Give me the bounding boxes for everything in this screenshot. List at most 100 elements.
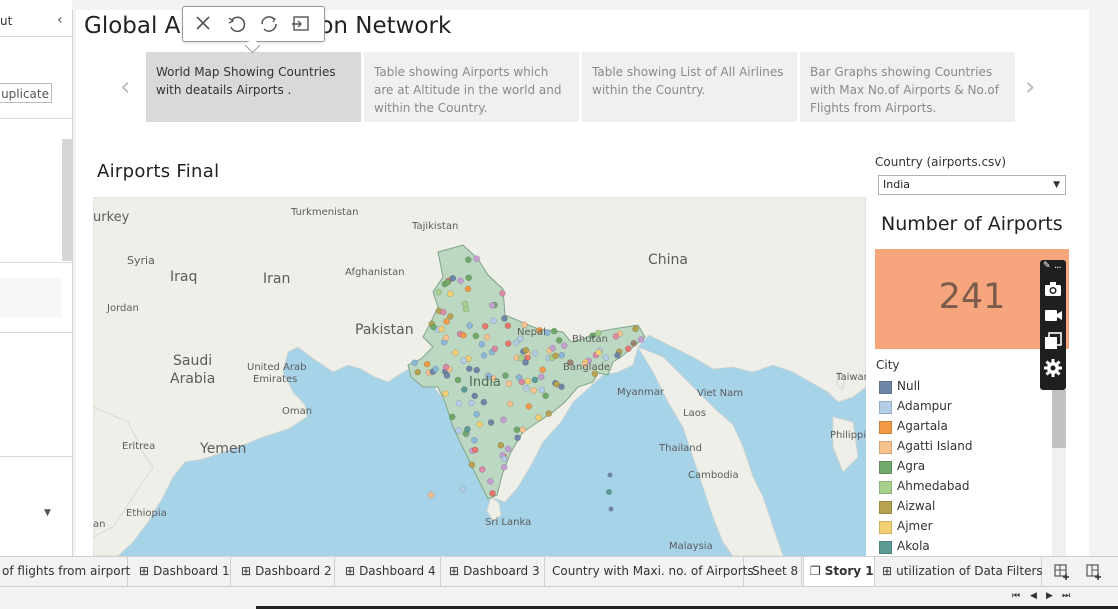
airport-dot[interactable] <box>519 426 527 433</box>
airport-dot[interactable] <box>471 392 478 400</box>
copy-icon[interactable] <box>1043 331 1063 351</box>
airport-dot[interactable] <box>464 285 472 293</box>
airport-dot[interactable] <box>553 380 560 388</box>
airport-dot[interactable] <box>461 300 469 308</box>
airport-dot[interactable] <box>630 340 638 347</box>
airport-dot[interactable] <box>471 436 478 444</box>
airport-dot[interactable] <box>504 322 512 329</box>
tab-dashboard-2[interactable]: ⊞ Dashboard 2 <box>235 557 335 587</box>
airport-dot[interactable] <box>555 337 563 344</box>
story-point-4[interactable]: Bar Graphs showing Countries with Max No… <box>800 52 1015 122</box>
airport-dot[interactable] <box>518 378 526 386</box>
airport-dot[interactable] <box>427 491 435 499</box>
next-page-icon[interactable]: ▶ <box>1046 591 1053 601</box>
airport-dot[interactable] <box>549 344 556 352</box>
tab-flights-from-airport[interactable]: of flights from airport <box>0 557 130 587</box>
tab-story-1[interactable]: ❐ Story 1 <box>803 557 875 587</box>
story-point-3[interactable]: Table showing List of All Airlines withi… <box>582 52 797 122</box>
airport-dot[interactable] <box>476 421 483 428</box>
airport-dot[interactable] <box>535 414 542 421</box>
airport-dot[interactable] <box>473 255 480 262</box>
duplicate-button[interactable]: uplicate <box>0 83 52 103</box>
airport-dot[interactable] <box>542 392 549 399</box>
airport-dot[interactable] <box>444 279 451 286</box>
airport-dot[interactable] <box>468 461 476 468</box>
airport-dot[interactable] <box>443 318 450 325</box>
airport-dot[interactable] <box>539 366 546 374</box>
airport-dot[interactable] <box>499 290 506 297</box>
airport-dot[interactable] <box>637 336 645 343</box>
airport-dot[interactable] <box>471 446 479 454</box>
airport-dot[interactable] <box>457 277 464 285</box>
airport-dot[interactable] <box>632 325 639 333</box>
airport-dot[interactable] <box>473 411 480 418</box>
airport-dot[interactable] <box>502 372 509 379</box>
new-dashboard-icon[interactable] <box>1086 563 1104 581</box>
airport-dot[interactable] <box>595 349 602 356</box>
airport-dot[interactable] <box>414 368 422 376</box>
airport-dot[interactable] <box>505 340 512 347</box>
airport-dot[interactable] <box>491 345 499 352</box>
tab-data-filters[interactable]: ⊞ utilization of Data Filters <box>876 557 1043 587</box>
dropdown-arrow-icon[interactable]: ▼ <box>1053 176 1060 194</box>
airport-dot[interactable] <box>531 349 539 357</box>
airport-dot[interactable] <box>489 490 496 497</box>
airport-dot[interactable] <box>466 365 473 372</box>
video-icon[interactable] <box>1043 305 1063 325</box>
airport-dot[interactable] <box>487 478 494 485</box>
refresh-icon[interactable] <box>257 13 281 35</box>
airport-dot[interactable] <box>490 317 497 325</box>
legend-scroll-thumb[interactable] <box>1052 390 1066 448</box>
airport-dot[interactable] <box>449 275 457 282</box>
airport-dot[interactable] <box>483 333 491 341</box>
airport-dot[interactable] <box>524 377 531 385</box>
airport-dot[interactable] <box>455 427 462 434</box>
airport-dot[interactable] <box>522 347 530 354</box>
airport-dot[interactable] <box>522 385 530 392</box>
airport-dot[interactable] <box>550 327 558 335</box>
tab-country-max-airports[interactable]: Country with Maxi. no. of Airports <box>546 557 754 587</box>
prev-page-icon[interactable]: ◀ <box>1030 591 1037 601</box>
story-point-1[interactable]: World Map Showing Countries with deatail… <box>146 52 361 122</box>
airport-dot[interactable] <box>432 365 439 373</box>
airport-dot[interactable] <box>452 349 459 356</box>
airport-dot[interactable] <box>465 274 472 282</box>
airport-dot[interactable] <box>411 359 418 367</box>
airport-dot[interactable] <box>481 323 489 330</box>
airport-dot[interactable] <box>514 434 521 442</box>
airport-dot[interactable] <box>468 399 475 407</box>
airport-dot[interactable] <box>505 380 513 387</box>
airport-dot[interactable] <box>500 416 507 424</box>
camera-icon[interactable] <box>1043 279 1063 299</box>
airport-dot[interactable] <box>438 325 445 333</box>
country-filter-select[interactable]: India ▼ <box>878 175 1066 195</box>
exit-icon[interactable] <box>289 13 313 35</box>
airport-dot[interactable] <box>558 351 566 359</box>
gear-icon[interactable] <box>1043 358 1063 378</box>
airport-dot[interactable] <box>460 357 467 364</box>
airport-dot[interactable] <box>447 290 454 298</box>
airport-dot[interactable] <box>442 363 450 371</box>
airport-dot[interactable] <box>472 332 480 340</box>
dropdown-arrow-icon[interactable]: ▼ <box>44 508 51 518</box>
airport-dot[interactable] <box>465 256 472 264</box>
airport-dot[interactable] <box>466 322 473 329</box>
airport-dot[interactable] <box>464 425 471 433</box>
airport-dot[interactable] <box>459 485 467 493</box>
airport-dot[interactable] <box>487 419 495 426</box>
legend-scrollbar[interactable] <box>1052 390 1066 556</box>
airport-dot[interactable] <box>447 313 454 320</box>
tab-dashboard-3[interactable]: ⊞ Dashboard 3 <box>443 557 545 587</box>
airport-dot[interactable] <box>538 386 546 394</box>
story-prev-arrow-icon[interactable]: ‹ <box>120 72 130 102</box>
airport-dot[interactable] <box>442 390 449 397</box>
tab-sheet-8[interactable]: Sheet 8 <box>746 557 802 587</box>
story-next-arrow-icon[interactable]: › <box>1025 72 1035 102</box>
airport-dot[interactable] <box>531 376 539 384</box>
airports-map[interactable]: urkey Syria Iraq Iran Turkmenistan Tajik… <box>93 197 866 556</box>
tab-dashboard-1[interactable]: ⊞ Dashboard 1 <box>133 557 231 587</box>
airport-dot[interactable] <box>473 366 480 374</box>
airport-dot[interactable] <box>500 464 508 471</box>
airport-dot[interactable] <box>552 352 559 359</box>
airport-dot[interactable] <box>478 341 486 348</box>
